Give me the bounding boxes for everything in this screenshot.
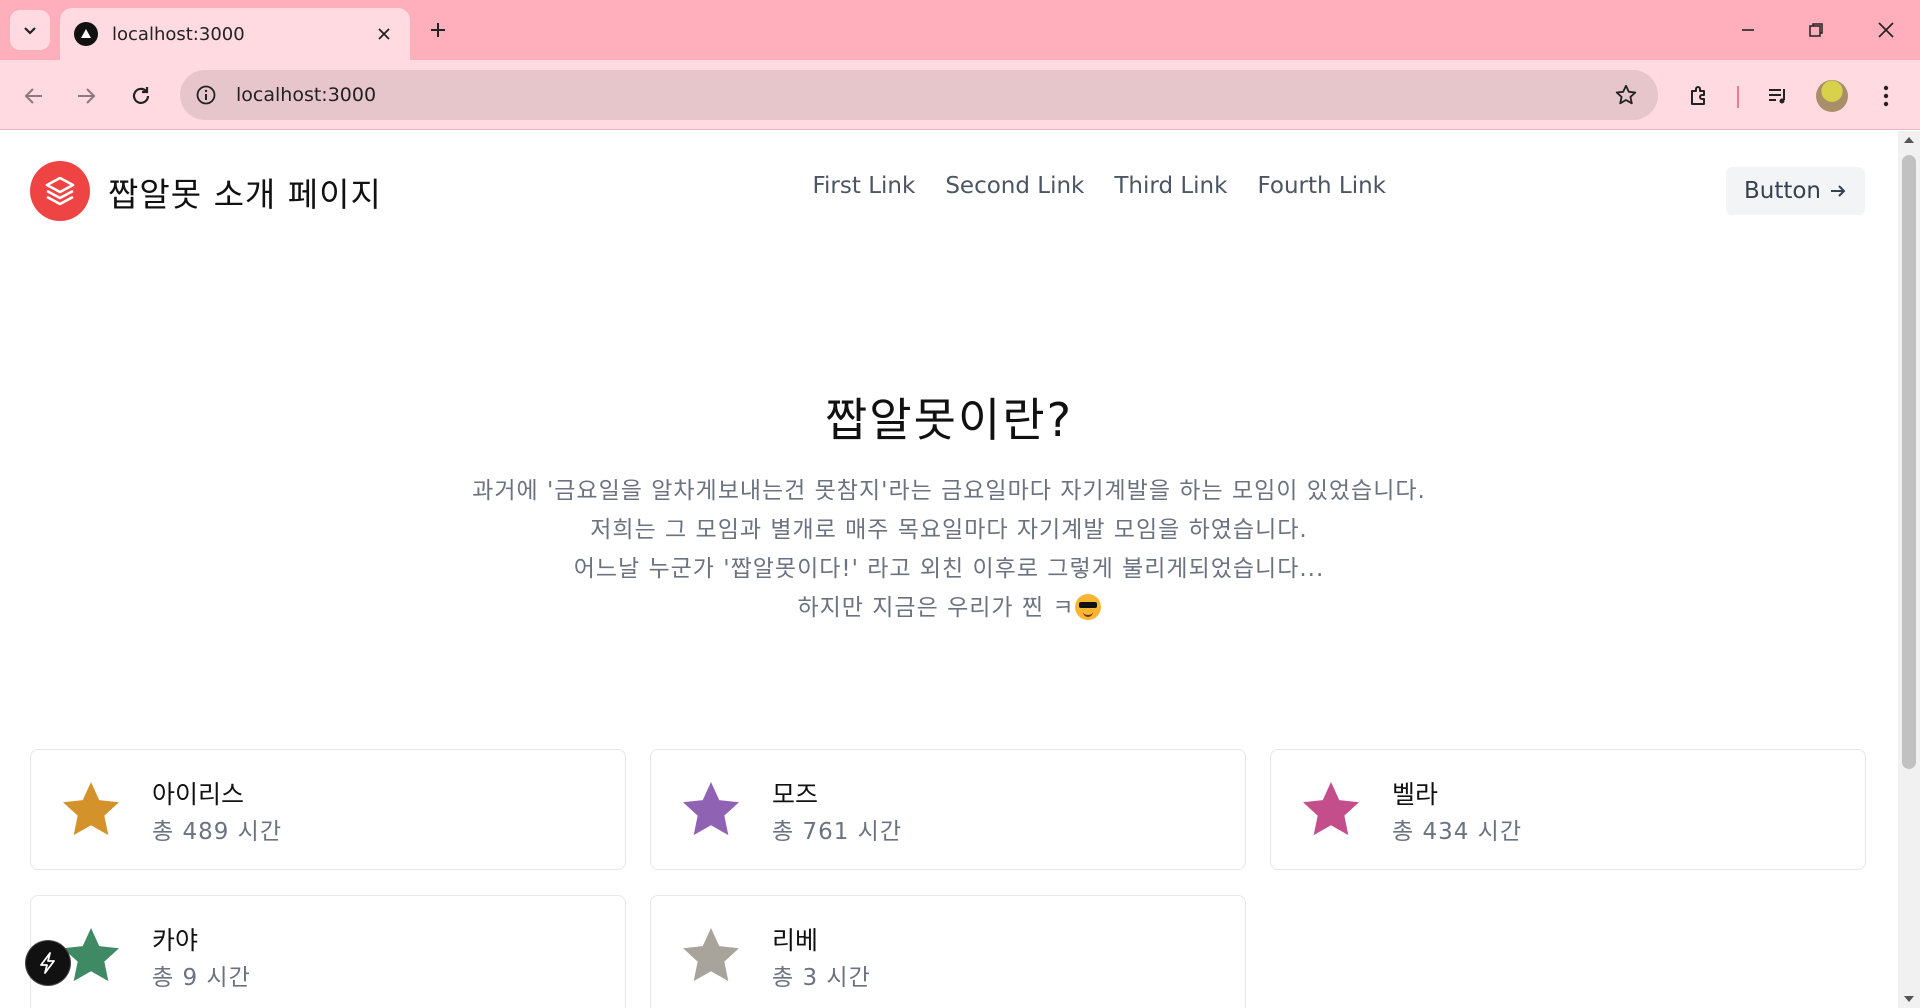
nav-link-second[interactable]: Second Link — [945, 173, 1084, 199]
main-nav: First Link Second Link Third Link Fourth… — [812, 173, 1386, 199]
close-icon[interactable] — [372, 22, 396, 46]
browser-toolbar: localhost:3000 — [0, 60, 1920, 130]
member-name: 리베 — [772, 926, 819, 955]
url-text[interactable]: localhost:3000 — [236, 84, 1606, 106]
close-window-icon[interactable] — [1856, 8, 1916, 52]
member-hours: 총 761 시간 — [772, 819, 903, 845]
page-viewport: 짭알못 소개 페이지 First Link Second Link Third … — [0, 131, 1920, 1008]
tab-search-dropdown-button[interactable] — [10, 10, 50, 50]
star-icon — [1303, 782, 1359, 836]
member-name: 카야 — [152, 926, 199, 955]
hero-line: 과거에 '금요일을 알차게보내는건 못참지'라는 금요일마다 자기계발을 하는 … — [472, 478, 1426, 504]
header-button-label: Button — [1743, 178, 1822, 204]
member-name: 아이리스 — [152, 780, 245, 809]
member-card[interactable]: 모즈 총 761 시간 — [650, 749, 1246, 870]
scrollbar-thumb[interactable] — [1902, 155, 1916, 769]
member-name: 벨라 — [1392, 780, 1439, 809]
toolbar-divider — [1737, 86, 1739, 108]
address-bar[interactable]: localhost:3000 — [180, 70, 1658, 120]
header-button[interactable]: Button — [1726, 167, 1865, 215]
brand-title[interactable]: 짭알못 소개 페이지 — [108, 168, 382, 216]
new-tab-plus-icon[interactable] — [420, 12, 456, 48]
hero-line: 어느날 누군가 '짭알못이다!' 라고 외친 이후로 그렇게 불리게되었습니다.… — [573, 556, 1325, 582]
member-hours: 총 434 시간 — [1392, 819, 1523, 845]
extensions-puzzle-icon[interactable] — [1679, 76, 1719, 116]
reload-icon[interactable] — [121, 76, 161, 116]
media-controls-icon[interactable] — [1758, 76, 1798, 116]
member-card[interactable]: 리베 총 3 시간 — [650, 895, 1246, 1008]
star-icon — [683, 782, 739, 836]
scroll-up-arrow-icon[interactable] — [1903, 135, 1915, 145]
hero-line: 하지만 지금은 우리가 찐 ㅋ — [797, 595, 1075, 621]
member-card[interactable]: 아이리스 총 489 시간 — [30, 749, 626, 870]
browser-tab-bar: localhost:3000 — [0, 0, 1920, 60]
dev-tools-lightning-icon[interactable] — [26, 941, 70, 985]
hero-description: 과거에 '금요일을 알차게보내는건 못참지'라는 금요일마다 자기계발을 하는 … — [0, 472, 1898, 628]
hero-line-last: 하지만 지금은 우리가 찐 ㅋ — [0, 589, 1898, 628]
browser-tab-active[interactable]: localhost:3000 — [60, 8, 410, 60]
chevron-down-icon — [24, 27, 36, 35]
tab-title: localhost:3000 — [112, 23, 245, 45]
hero-section: 짭알못이란? 과거에 '금요일을 알차게보내는건 못참지'라는 금요일마다 자기… — [0, 384, 1898, 628]
arrow-right-icon — [1831, 185, 1846, 197]
vertical-scrollbar[interactable] — [1898, 131, 1920, 1008]
bookmark-star-icon[interactable] — [1606, 75, 1646, 115]
member-hours: 총 9 시간 — [152, 965, 251, 991]
sunglasses-emoji-icon — [1074, 594, 1101, 620]
member-card[interactable]: 카야 총 9 시간 — [30, 895, 626, 1008]
logo-layers-icon[interactable] — [30, 161, 90, 221]
nav-link-third[interactable]: Third Link — [1114, 173, 1227, 199]
back-arrow-icon[interactable] — [14, 76, 54, 116]
minimize-icon[interactable] — [1718, 8, 1778, 52]
hero-title: 짭알못이란? — [824, 393, 1073, 447]
triangle-favicon-icon — [74, 22, 98, 46]
restore-icon[interactable] — [1786, 8, 1846, 52]
star-icon — [63, 782, 119, 836]
scroll-down-arrow-icon[interactable] — [1903, 994, 1915, 1004]
nav-link-fourth[interactable]: Fourth Link — [1257, 173, 1386, 199]
profile-avatar[interactable] — [1816, 80, 1848, 112]
member-hours: 총 489 시간 — [152, 819, 283, 845]
nav-link-first[interactable]: First Link — [812, 173, 915, 199]
site-header: 짭알못 소개 페이지 First Link Second Link Third … — [0, 131, 1898, 251]
hero-line: 저희는 그 모임과 별개로 매주 목요일마다 자기계발 모임을 하였습니다. — [590, 517, 1308, 543]
more-menu-icon[interactable] — [1866, 76, 1906, 116]
member-name: 모즈 — [772, 780, 819, 809]
site-info-icon[interactable] — [190, 79, 222, 111]
star-icon — [683, 928, 739, 982]
member-card[interactable]: 벨라 총 434 시간 — [1270, 749, 1866, 870]
member-hours: 총 3 시간 — [772, 965, 871, 991]
forward-arrow-icon[interactable] — [66, 76, 106, 116]
